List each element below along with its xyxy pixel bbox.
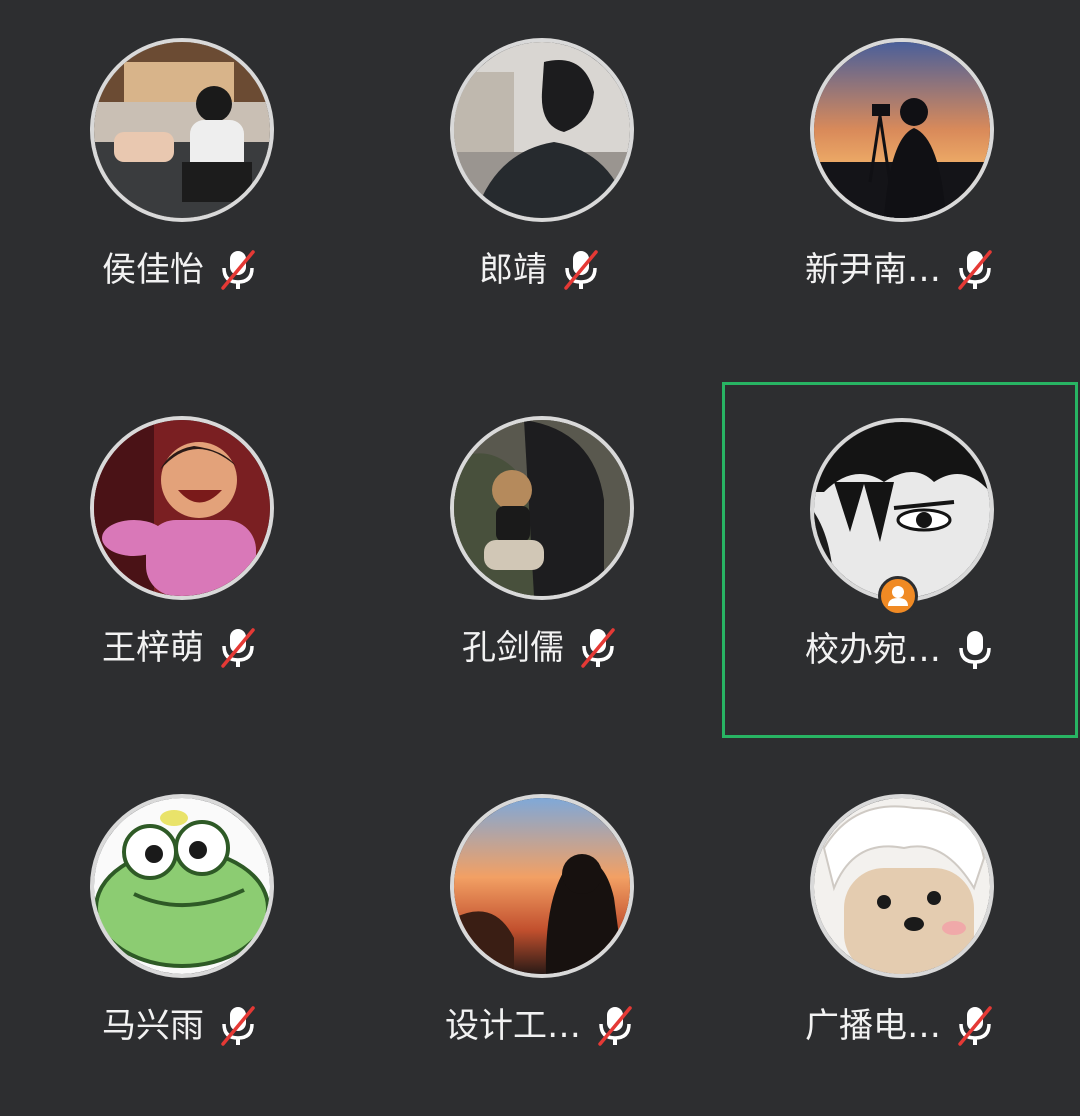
- participant-name: 郎靖: [479, 250, 547, 290]
- participant-tile[interactable]: 侯佳怡: [0, 0, 360, 360]
- participant-tile[interactable]: 设计工…: [360, 756, 720, 1116]
- mic-muted-icon[interactable]: [218, 1004, 258, 1048]
- cartoon-character-avatar-icon: [814, 798, 990, 974]
- green-frog-avatar-icon: [94, 798, 270, 974]
- mic-on-icon[interactable]: [955, 628, 995, 672]
- avatar[interactable]: [450, 794, 634, 978]
- participant-name-row: 郎靖: [360, 244, 720, 296]
- participant-name: 广播电…: [805, 1006, 941, 1046]
- participant-name-row: 王梓萌: [0, 622, 360, 674]
- avatar[interactable]: [450, 416, 634, 600]
- avatar[interactable]: [810, 794, 994, 978]
- participant-tile[interactable]: 广播电…: [720, 756, 1080, 1116]
- host-badge: [878, 576, 918, 616]
- mic-muted-icon[interactable]: [218, 626, 258, 670]
- girl-sitting-photo-icon: [94, 42, 270, 218]
- participant-name-row: 孔剑儒: [360, 622, 720, 674]
- participant-name-row: 校办宛…: [722, 624, 1078, 676]
- participant-tile[interactable]: 孔剑儒: [360, 378, 720, 738]
- mic-muted-icon[interactable]: [595, 1004, 635, 1048]
- participant-name: 设计工…: [445, 1006, 581, 1046]
- participant-tile[interactable]: 王梓萌: [0, 378, 360, 738]
- participant-name: 校办宛…: [805, 630, 941, 670]
- mic-muted-icon[interactable]: [561, 248, 601, 292]
- participant-name-row: 广播电…: [720, 1000, 1080, 1052]
- sunset-girl-photo-icon: [454, 798, 630, 974]
- participant-tile-active-speaker[interactable]: 校办宛…: [722, 382, 1078, 738]
- mic-muted-icon[interactable]: [578, 626, 618, 670]
- avatar[interactable]: [90, 794, 274, 978]
- participant-name-row: 设计工…: [360, 1000, 720, 1052]
- cartoon-girl-avatar-icon: [94, 420, 270, 596]
- host-person-icon: [888, 586, 908, 606]
- participant-name: 侯佳怡: [102, 250, 204, 290]
- mic-muted-icon[interactable]: [955, 248, 995, 292]
- participant-name-row: 新尹南…: [720, 244, 1080, 296]
- avatar[interactable]: [90, 38, 274, 222]
- person-with-toy-photo-icon: [454, 420, 630, 596]
- mic-muted-icon[interactable]: [955, 1004, 995, 1048]
- mic-muted-icon[interactable]: [218, 248, 258, 292]
- avatar[interactable]: [90, 416, 274, 600]
- participant-name: 马兴雨: [102, 1006, 204, 1046]
- man-dark-photo-icon: [454, 42, 630, 218]
- participant-tile[interactable]: 郎靖: [360, 0, 720, 360]
- participant-tile[interactable]: 新尹南…: [720, 0, 1080, 360]
- participant-grid: 侯佳怡 郎靖 新尹南… 王梓萌 孔剑儒 校办宛… 马兴雨 设计工… 广播电…: [0, 0, 1080, 1109]
- sunset-silhouette-photo-icon: [814, 42, 990, 218]
- participant-name: 孔剑儒: [462, 628, 564, 668]
- avatar[interactable]: [450, 38, 634, 222]
- anime-boy-avatar-icon: [814, 422, 990, 598]
- participant-name: 新尹南…: [805, 250, 941, 290]
- avatar[interactable]: [810, 418, 994, 602]
- participant-tile[interactable]: 马兴雨: [0, 756, 360, 1116]
- participant-name-row: 侯佳怡: [0, 244, 360, 296]
- participant-name: 王梓萌: [102, 628, 204, 668]
- participant-name-row: 马兴雨: [0, 1000, 360, 1052]
- avatar[interactable]: [810, 38, 994, 222]
